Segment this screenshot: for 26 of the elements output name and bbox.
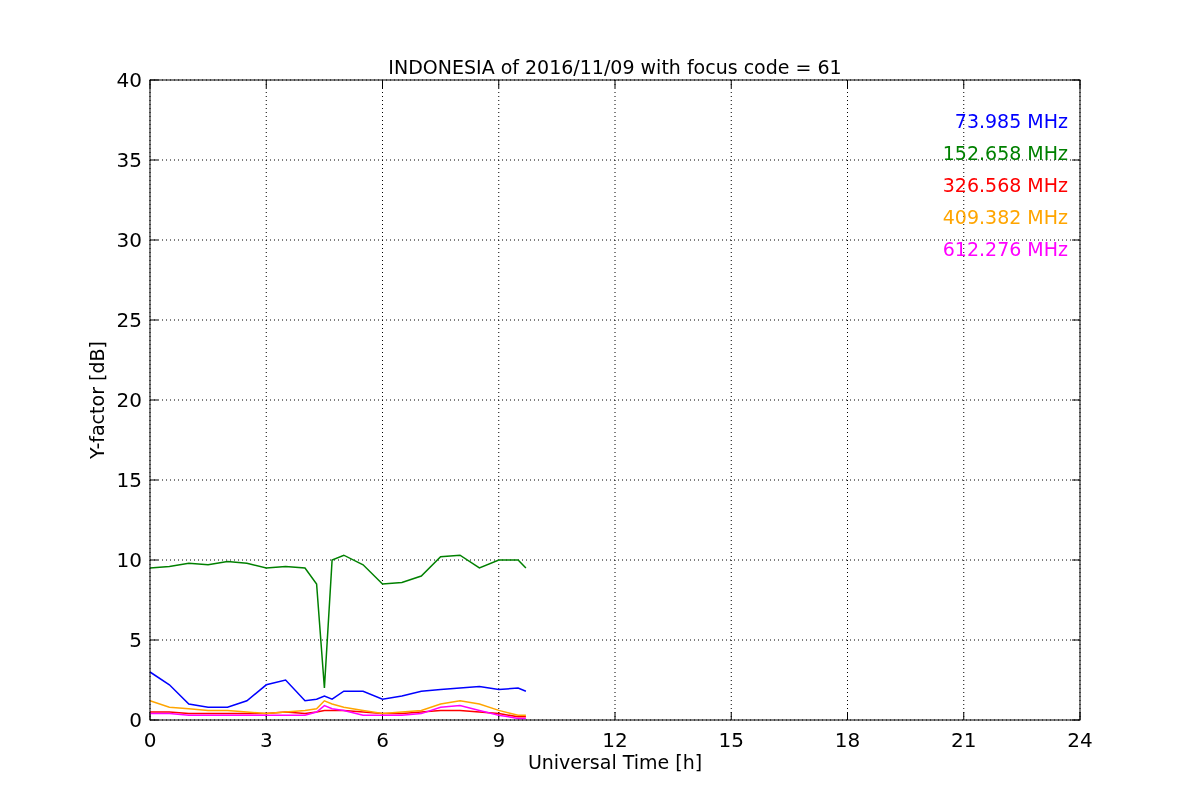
legend-label: 409.382 MHz	[942, 206, 1068, 228]
y-tick-label: 5	[129, 628, 142, 652]
legend-label: 152.658 MHz	[942, 142, 1068, 164]
x-axis-label: Universal Time [h]	[527, 751, 703, 773]
legend-label: 326.568 MHz	[942, 174, 1068, 196]
legend-label: 612.276 MHz	[942, 238, 1068, 260]
legend-label: 73.985 MHz	[954, 110, 1068, 132]
y-tick-label: 0	[129, 708, 142, 732]
y-axis-label: Y-factor [dB]	[86, 341, 108, 459]
y-tick-label: 35	[116, 148, 142, 172]
chart-title: INDONESIA of 2016/11/09 with focus code = 61	[388, 56, 842, 78]
x-tick-label: 21	[951, 728, 977, 752]
x-tick-label: 9	[492, 728, 506, 752]
y-tick-label: 10	[116, 548, 142, 572]
x-tick-label: 15	[718, 728, 744, 752]
y-tick-label: 20	[116, 388, 142, 412]
x-tick-label: 3	[259, 728, 273, 752]
y-tick-label: 40	[116, 68, 142, 92]
y-tick-label: 15	[116, 468, 142, 492]
x-tick-label: 6	[376, 728, 389, 752]
x-tick-label: 0	[143, 728, 157, 752]
x-tick-label: 24	[1067, 728, 1093, 752]
y-tick-label: 25	[116, 308, 142, 332]
y-tick-label: 30	[116, 228, 142, 252]
x-tick-label: 12	[602, 728, 628, 752]
x-tick-label: 18	[834, 728, 861, 752]
